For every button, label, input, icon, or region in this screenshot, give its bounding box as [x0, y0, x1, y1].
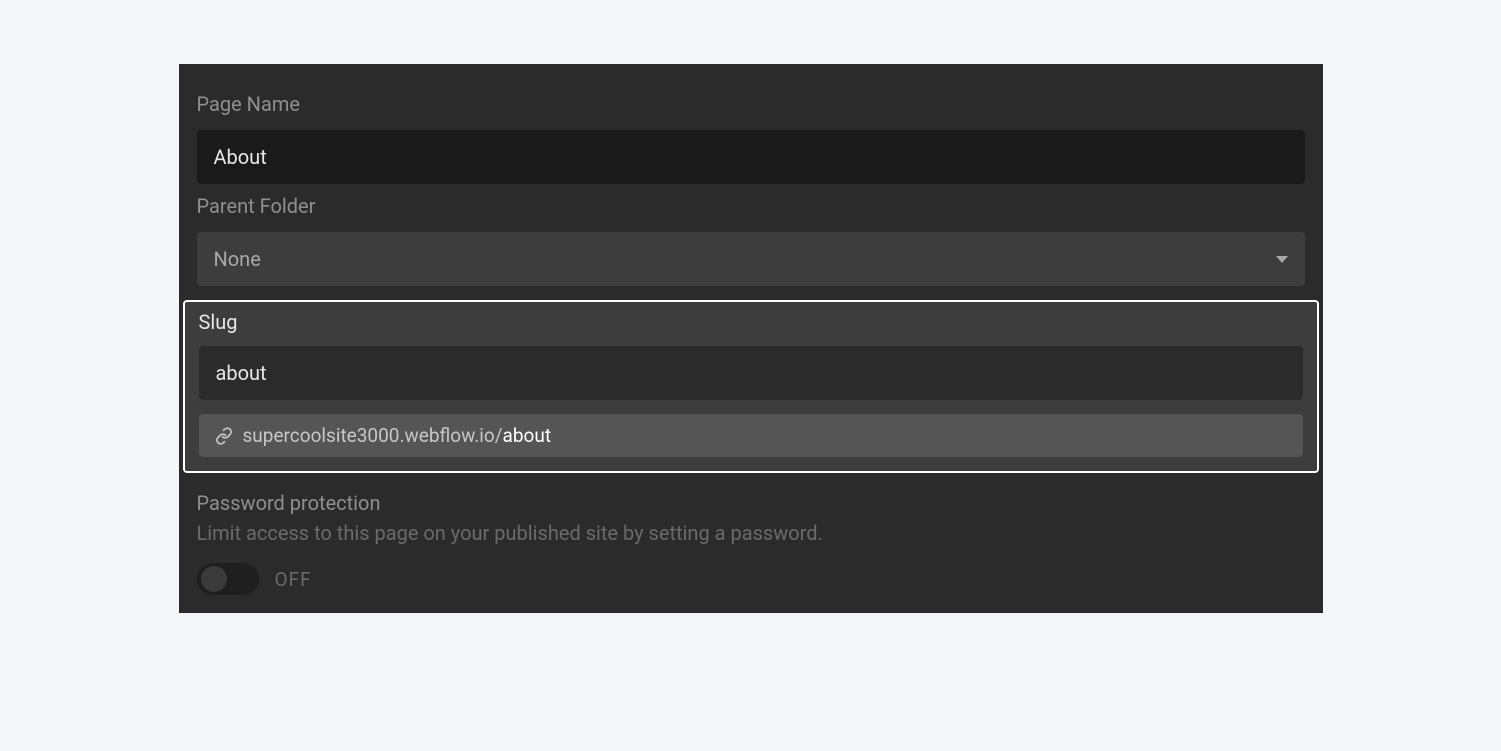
toggle-knob — [201, 566, 227, 592]
password-toggle[interactable] — [197, 563, 259, 595]
slug-input[interactable] — [199, 346, 1303, 400]
parent-folder-select-wrap: None — [197, 232, 1305, 286]
url-preview-text: supercoolsite3000.webflow.io/about — [243, 424, 552, 447]
caret-down-icon — [1276, 256, 1288, 263]
url-base: supercoolsite3000.webflow.io/ — [243, 424, 503, 447]
page-settings-panel: Page Name Parent Folder None Slug superc… — [179, 64, 1323, 613]
slug-label: Slug — [199, 310, 1303, 334]
link-icon — [215, 427, 233, 445]
parent-folder-selected: None — [214, 247, 261, 271]
parent-folder-label: Parent Folder — [197, 194, 1305, 218]
slug-section: Slug supercoolsite3000.webflow.io/about — [183, 300, 1319, 473]
page-name-group: Page Name — [179, 82, 1323, 184]
password-protection-description: Limit access to this page on your publis… — [197, 521, 1305, 545]
password-toggle-row: OFF — [197, 563, 1305, 595]
page-name-label: Page Name — [197, 92, 1305, 116]
parent-folder-group: Parent Folder None — [179, 184, 1323, 286]
url-preview: supercoolsite3000.webflow.io/about — [199, 414, 1303, 457]
page-name-input[interactable] — [197, 130, 1305, 184]
password-protection-title: Password protection — [197, 491, 1305, 515]
url-slug: about — [503, 424, 552, 447]
parent-folder-select[interactable]: None — [197, 232, 1305, 286]
password-protection-section: Password protection Limit access to this… — [179, 473, 1323, 595]
password-toggle-state: OFF — [275, 568, 312, 591]
